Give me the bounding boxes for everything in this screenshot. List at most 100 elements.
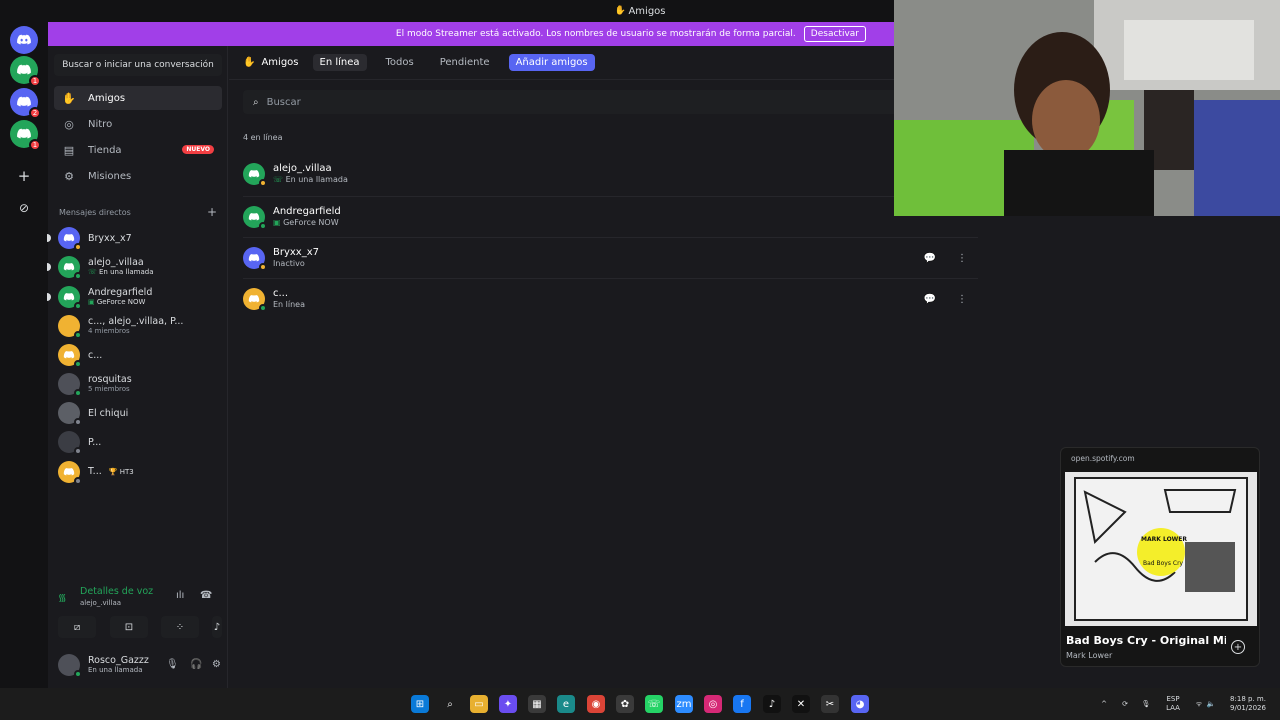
microphone-icon[interactable]: 🎙 [166, 659, 179, 670]
friends-topbar: ✋ Amigos En línea Todos Pendiente Añadir… [229, 46, 1001, 80]
chevron-up-icon[interactable]: ^ [1098, 688, 1110, 720]
friend-row[interactable]: Andregarfield ▣ GeForce NOW [243, 196, 978, 236]
chrome-icon[interactable]: ◉ [587, 695, 605, 713]
dm-item[interactable]: c..., alejo_.villaa, P... 4 miembros [58, 312, 220, 340]
search-conversation-button[interactable]: Buscar o iniciar una conversación [54, 54, 222, 76]
webcam-feed [894, 0, 1280, 216]
x-icon[interactable]: ✕ [792, 695, 810, 713]
dm-item[interactable]: T... 🏆 HT3 [58, 458, 220, 486]
language-code: ESP [1166, 695, 1180, 703]
tiktok-icon[interactable]: ♪ [763, 695, 781, 713]
clock[interactable]: 8:18 p. m. 9/01/2026 [1222, 688, 1274, 720]
nav-item-friends[interactable]: ✋ Amigos [54, 86, 222, 110]
disconnect-icon[interactable]: ☎ [200, 590, 212, 601]
dm-header: Mensajes directos + [59, 206, 217, 218]
dm-item[interactable]: c... [58, 341, 220, 369]
avatar [58, 286, 82, 310]
facebook-icon[interactable]: f [733, 695, 751, 713]
server-icon[interactable]: 2 [10, 88, 41, 119]
nav-item-nitro[interactable]: ◎ Nitro [54, 112, 222, 136]
camera-off-icon[interactable]: ⧄ [58, 616, 96, 638]
discord-icon[interactable]: ◕ [851, 695, 869, 713]
friend-row[interactable]: c... En línea 💬 ⋮ [243, 278, 978, 318]
add-to-library-icon[interactable]: + [1231, 640, 1245, 654]
message-icon[interactable]: 💬 [921, 249, 939, 267]
language-indicator[interactable]: ESP LAA [1160, 688, 1186, 720]
server-icon[interactable]: 1 [10, 56, 41, 87]
windows-start-icon[interactable]: ⊞ [411, 695, 429, 713]
tab-pending[interactable]: Pendiente [433, 54, 497, 71]
group-avatar [58, 373, 82, 397]
clock-date: 9/01/2026 [1230, 704, 1266, 712]
deactivate-button[interactable]: Desactivar [803, 26, 866, 42]
dm-item[interactable]: Andregarfield ▣ GeForce NOW [47, 283, 220, 311]
headphones-icon[interactable]: 🎧 [190, 659, 202, 670]
gear-icon[interactable]: ⚙ [212, 659, 221, 670]
spotify-url: open.spotify.com [1071, 454, 1135, 463]
screen-share-icon[interactable]: ⊡ [110, 616, 148, 638]
avatar[interactable] [58, 654, 82, 678]
create-dm-icon[interactable]: + [207, 206, 217, 218]
soundboard-icon[interactable]: ♪ [212, 616, 222, 638]
explore-icon[interactable]: ⊘ [14, 198, 34, 218]
volume-icon[interactable]: 🔈 [1206, 688, 1216, 720]
dm-header-label: Mensajes directos [59, 208, 131, 217]
copilot-icon[interactable]: ✦ [499, 695, 517, 713]
dm-item[interactable]: El chiqui [58, 399, 220, 427]
search-icon[interactable]: ⌕ [441, 695, 459, 713]
friends-icon: ✋ [614, 5, 626, 16]
window-title: Amigos [628, 5, 666, 17]
search-icon: ⌕ [253, 96, 259, 108]
friend-row[interactable]: Bryxx_x7 Inactivo 💬 ⋮ [243, 237, 978, 277]
avatar [58, 461, 82, 485]
whatsapp-icon[interactable]: ☏ [645, 695, 663, 713]
status-idle-icon [74, 243, 82, 251]
microphone-icon[interactable]: 🎙 [1140, 688, 1152, 720]
friend-name: c... [273, 287, 289, 299]
nav-item-label: Amigos [88, 92, 126, 104]
signal-icon[interactable]: ᯾ [58, 590, 67, 604]
album-art-text: MARK LOWER [1141, 536, 1188, 543]
track-artist: Mark Lower [1066, 651, 1113, 660]
dm-item[interactable]: alejo_.villaa ☏ En una llamada [47, 253, 220, 281]
store-icon[interactable]: ▦ [528, 695, 546, 713]
more-options-icon[interactable]: ⋮ [953, 290, 971, 308]
zoom-icon[interactable]: zm [675, 695, 693, 713]
activities-icon[interactable]: ⁘ [161, 616, 199, 638]
dm-name: El chiqui [88, 407, 129, 419]
unread-indicator [47, 263, 51, 271]
dm-item[interactable]: P... [58, 428, 220, 456]
group-avatar [58, 315, 82, 339]
friend-row[interactable]: alejo_.villaa ☏ En una llamada [243, 154, 978, 194]
user-name: Rosco_Gazzz [88, 655, 149, 666]
file-explorer-icon[interactable]: ▭ [470, 695, 488, 713]
tab-online[interactable]: En línea [312, 54, 367, 71]
chatgpt-icon[interactable]: ✿ [616, 695, 634, 713]
nav-item-quests[interactable]: ⚙ Misiones [54, 164, 222, 188]
noise-suppression-icon[interactable]: ılı [176, 590, 184, 601]
message-icon[interactable]: 💬 [921, 290, 939, 308]
dm-name: Andregarfield [88, 287, 153, 298]
discord-home-icon[interactable] [10, 26, 38, 54]
voice-details-link[interactable]: Detalles de voz [80, 586, 153, 597]
new-badge: NUEVO [182, 145, 214, 154]
add-server-icon[interactable]: + [14, 166, 34, 186]
sync-icon[interactable]: ⟳ [1118, 688, 1132, 720]
avatar [243, 287, 267, 312]
search-input[interactable]: ⌕ Buscar [243, 90, 943, 114]
dm-item[interactable]: rosquitas 5 miembros [58, 370, 220, 398]
tab-all[interactable]: Todos [379, 54, 421, 71]
capcut-icon[interactable]: ✂ [821, 695, 839, 713]
dm-item[interactable]: Bryxx_x7 [47, 224, 220, 252]
avatar [243, 163, 267, 187]
instagram-icon[interactable]: ◎ [704, 695, 722, 713]
spotify-now-playing[interactable]: open.spotify.com MARK LOWER Bad Boys Cry… [1060, 447, 1260, 667]
add-friends-button[interactable]: Añadir amigos [508, 54, 595, 71]
wifi-icon[interactable]: ᯤ [1194, 688, 1204, 720]
server-icon[interactable]: 1 [10, 120, 41, 151]
nav-item-shop[interactable]: ▤ Tienda NUEVO [54, 138, 222, 162]
friend-name: Bryxx_x7 [273, 246, 320, 258]
dm-sub: GeForce NOW [96, 298, 146, 306]
edge-icon[interactable]: e [557, 695, 575, 713]
more-options-icon[interactable]: ⋮ [953, 249, 971, 267]
